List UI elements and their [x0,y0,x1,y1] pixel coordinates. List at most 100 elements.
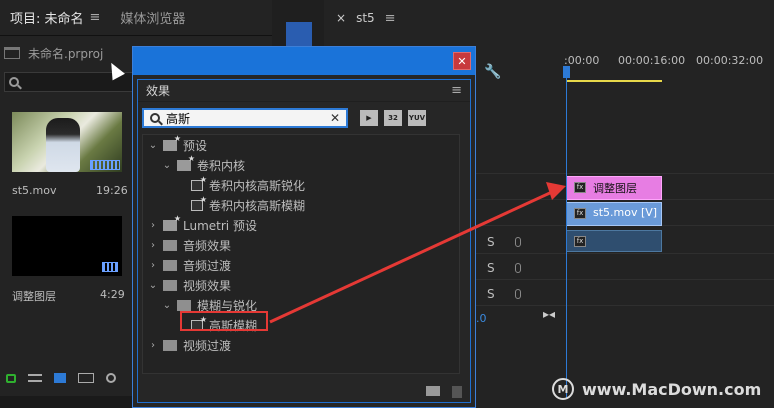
effects-tree-label: 音频效果 [183,238,232,253]
solo-button[interactable]: S [487,261,495,275]
watermark-text: www.MacDown.com [582,379,762,399]
folder-icon [163,339,177,351]
fx-icon: fx [574,182,586,193]
timecode-label: 00:00:32:00 [696,54,764,67]
icon-view-icon[interactable] [54,373,66,383]
effects-tree-label: 卷积内核 [197,158,246,173]
panel-menu-icon[interactable]: ≡ [90,10,101,25]
timeline-clip-adjustment-layer[interactable]: fx 调整图层 [566,176,662,200]
watermark-logo-icon: M [552,378,574,400]
microphone-icon[interactable] [515,289,521,299]
effects-tree: ⌄ 预设 ⌄ 卷积内核卷积内核高斯锐化卷积内核高斯模糊 › Lumetri 预设 › 音频效果… [142,134,460,374]
yuv-effects-button[interactable]: YUV [408,110,426,126]
chevron-down-icon[interactable]: ⌄ [161,160,173,171]
clip-thumbnail-adjustment-layer[interactable] [12,216,122,276]
timeline-clip-audio[interactable]: fx [566,230,662,252]
project-file-name: 未命名.prproj [28,46,104,61]
dialog-titlebar[interactable]: ✕ [133,47,475,75]
thumbnail-person [46,118,80,172]
marker-icon[interactable]: ▸◂ [543,307,555,321]
new-bin-icon[interactable] [426,386,440,396]
folder-icon [163,259,177,271]
effects-title: 效果 [146,84,171,98]
solo-button[interactable]: S [487,287,495,301]
highlight-box [180,311,268,331]
tab-media-browser[interactable]: 媒体浏览器 [110,8,195,27]
effects-tree-item[interactable]: › 音频效果 [143,235,459,255]
effects-tree-label: 视频过渡 [183,338,232,353]
effects-tree-item[interactable]: 卷积内核高斯模糊 [143,195,459,215]
selection-tool-icon[interactable] [286,22,312,48]
search-icon [150,113,160,123]
dialog-close-button[interactable]: ✕ [453,52,471,70]
preset-folder-icon [177,154,195,171]
playhead-line[interactable] [566,78,567,398]
clip-label: st5.mov [V] [593,206,658,219]
clip-thumbnail-st5[interactable] [12,112,122,172]
project-folder-icon [4,47,20,59]
freeform-view-icon[interactable] [78,373,94,383]
effects-dialog: ✕ 效果 ≡ ✕ ▶ 32 YUV ⌄ 预设 ⌄ 卷积内核卷积内核高斯锐化卷积内核高斯… [132,46,476,408]
close-icon[interactable]: × [336,11,346,25]
wrench-icon[interactable]: 🔧 [484,64,501,80]
effects-tree-item[interactable]: › 视频过渡 [143,335,459,355]
effects-footer [426,386,462,398]
solo-button[interactable]: S [487,235,495,249]
clear-search-icon[interactable]: ✕ [330,111,340,125]
tab-project[interactable]: 项目: 未命名 ≡ [0,8,110,27]
track-row [468,150,774,174]
timeline-clip-video[interactable]: fx st5.mov [V] [566,202,662,226]
effects-tree-label: 音频过渡 [183,258,232,273]
chevron-right-icon[interactable]: › [147,220,159,231]
chevron-right-icon[interactable]: › [147,260,159,271]
effects-tree-item[interactable]: ⌄ 视频效果 [143,275,459,295]
zoom-icon[interactable] [106,373,116,383]
trash-icon[interactable] [452,386,462,398]
fx-icon: fx [574,236,586,247]
chevron-down-icon[interactable]: ⌄ [147,140,159,151]
playhead-handle[interactable] [563,66,570,78]
effects-tree-item[interactable]: ⌄ 预设 [143,134,459,155]
effects-tree-item[interactable]: 卷积内核高斯锐化 [143,175,459,195]
list-view-icon[interactable] [28,374,42,382]
preset-effect-icon [191,195,207,211]
work-area-bar[interactable] [566,80,662,82]
lock-icon[interactable] [6,373,16,383]
clip-duration: 4:29 [100,288,125,301]
timeline-tabs: × st5 ≡ [324,0,774,36]
effects-tree-item[interactable]: › Lumetri 预设 [143,214,459,235]
tab-sequence[interactable]: st5 [356,11,375,25]
effects-tree-label: Lumetri 预设 [183,218,257,233]
folder-icon [163,239,177,251]
clip-label: 调整图层 [593,182,637,195]
clip-name: st5.mov [12,184,57,197]
chevron-down-icon[interactable]: ⌄ [161,300,173,311]
clip-name: 调整图层 [12,290,56,303]
video-audio-badge-icon [90,160,120,170]
video-badge-icon [102,262,118,272]
chevron-right-icon[interactable]: › [147,340,159,351]
effects-tree-item[interactable]: › 音频过渡 [143,255,459,275]
watermark: M www.MacDown.com [552,378,761,400]
effects-search-input[interactable] [166,111,316,125]
tab-media-browser-label: 媒体浏览器 [120,12,186,27]
track-value: .0 [476,312,487,325]
microphone-icon[interactable] [515,263,521,273]
chevron-right-icon[interactable]: › [147,240,159,251]
effects-tree-label: 卷积内核高斯锐化 [209,178,306,193]
clip-duration: 19:26 [96,184,128,197]
effects-tree-item[interactable]: ⌄ 卷积内核 [143,154,459,175]
search-icon [9,77,19,87]
timeline-menu-icon[interactable]: ≡ [385,11,396,26]
tab-project-label: 项目: 未命名 [10,12,84,27]
preset-folder-icon [163,214,181,231]
effects-search-box[interactable]: ✕ [142,108,348,128]
folder-icon [177,299,191,311]
chevron-down-icon[interactable]: ⌄ [147,280,159,291]
effects-tree-label: 预设 [183,138,208,153]
effects-menu-icon[interactable]: ≡ [451,83,462,98]
microphone-icon[interactable] [515,237,521,247]
preset-effect-icon [191,175,207,191]
32bit-effects-button[interactable]: 32 [384,110,402,126]
accelerated-effects-button[interactable]: ▶ [360,110,378,126]
